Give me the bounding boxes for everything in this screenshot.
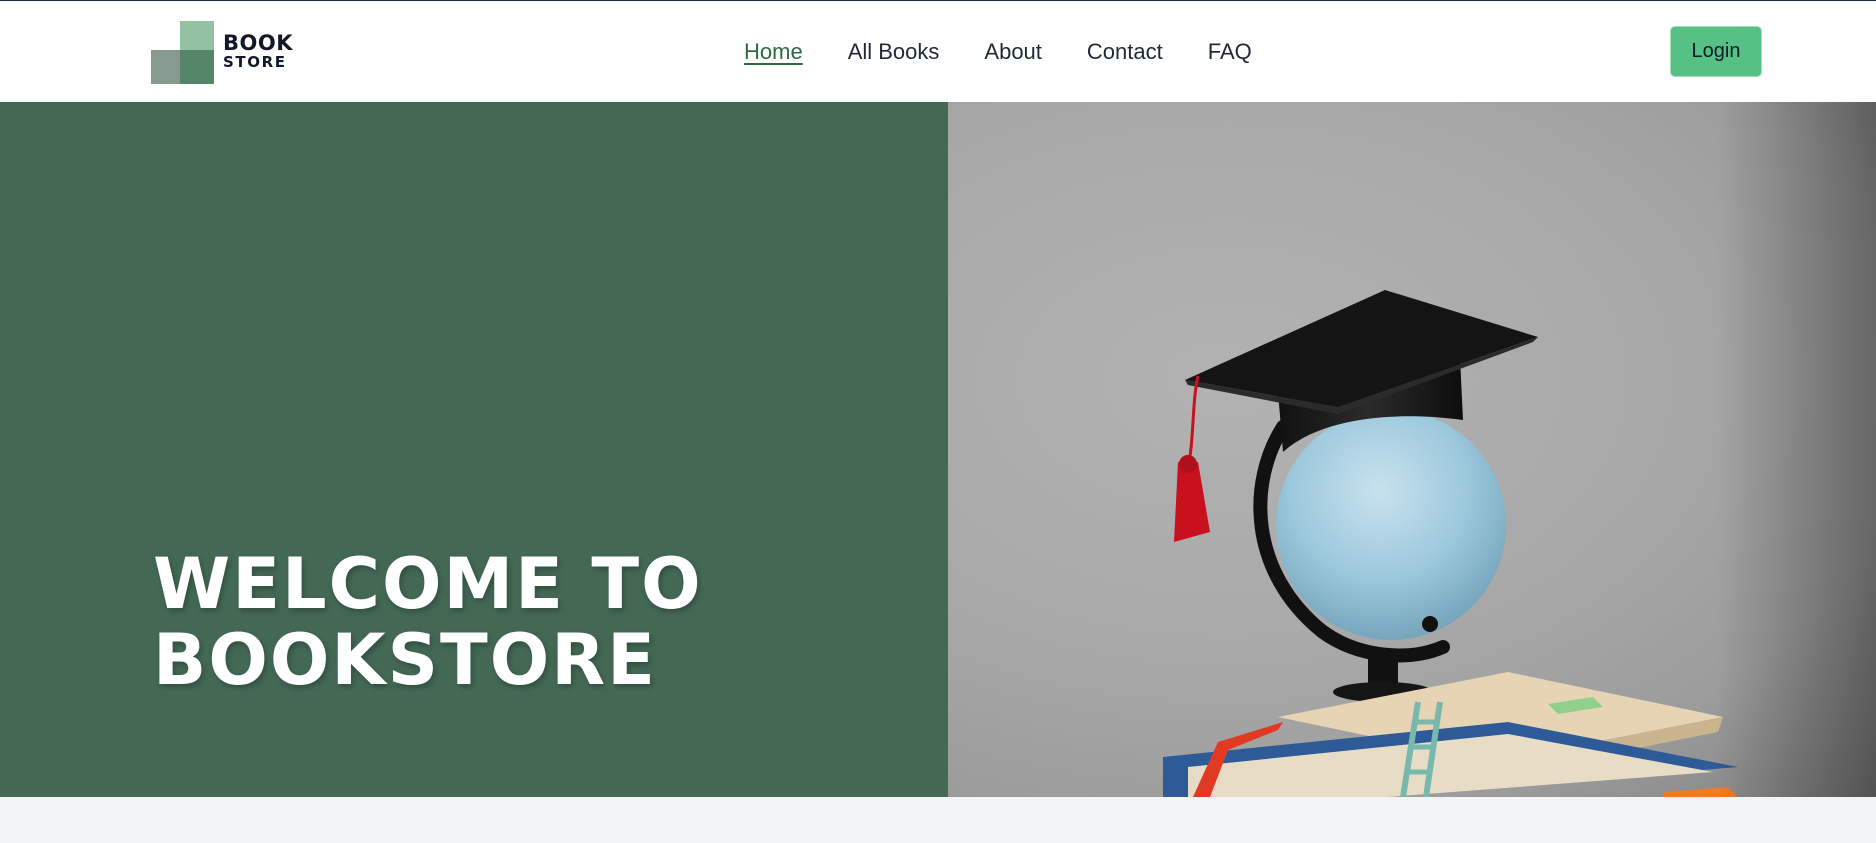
tassel-icon	[1174, 462, 1210, 542]
nav-link-contact[interactable]: Contact	[1087, 39, 1163, 65]
logo-line-2: STORE	[223, 53, 287, 71]
globe-icon	[1276, 410, 1506, 640]
site-header: BOOK STORE Home All Books About Contact …	[0, 1, 1876, 102]
bookstore-logo[interactable]: BOOK STORE	[151, 21, 301, 84]
hero-title-line-1: WELCOME TO	[153, 543, 703, 625]
nav-link-faq[interactable]: FAQ	[1208, 39, 1252, 65]
nav-link-all-books[interactable]: All Books	[848, 39, 940, 65]
nav-link-home[interactable]: Home	[744, 39, 803, 65]
login-button[interactable]: Login	[1670, 26, 1762, 77]
page-background-strip	[0, 797, 1876, 843]
nav-link-about[interactable]: About	[984, 39, 1042, 65]
main-nav: Home All Books About Contact FAQ	[744, 39, 1252, 65]
logo-mark-icon	[151, 21, 214, 84]
hero-image	[948, 102, 1876, 797]
graduation-globe-illustration	[1163, 290, 1738, 797]
logo-text: BOOK STORE	[223, 33, 293, 70]
hero-title: WELCOME TO BOOKSTORE	[153, 546, 703, 698]
logo-line-1: BOOK	[223, 31, 293, 55]
hero-title-line-2: BOOKSTORE	[153, 619, 658, 701]
